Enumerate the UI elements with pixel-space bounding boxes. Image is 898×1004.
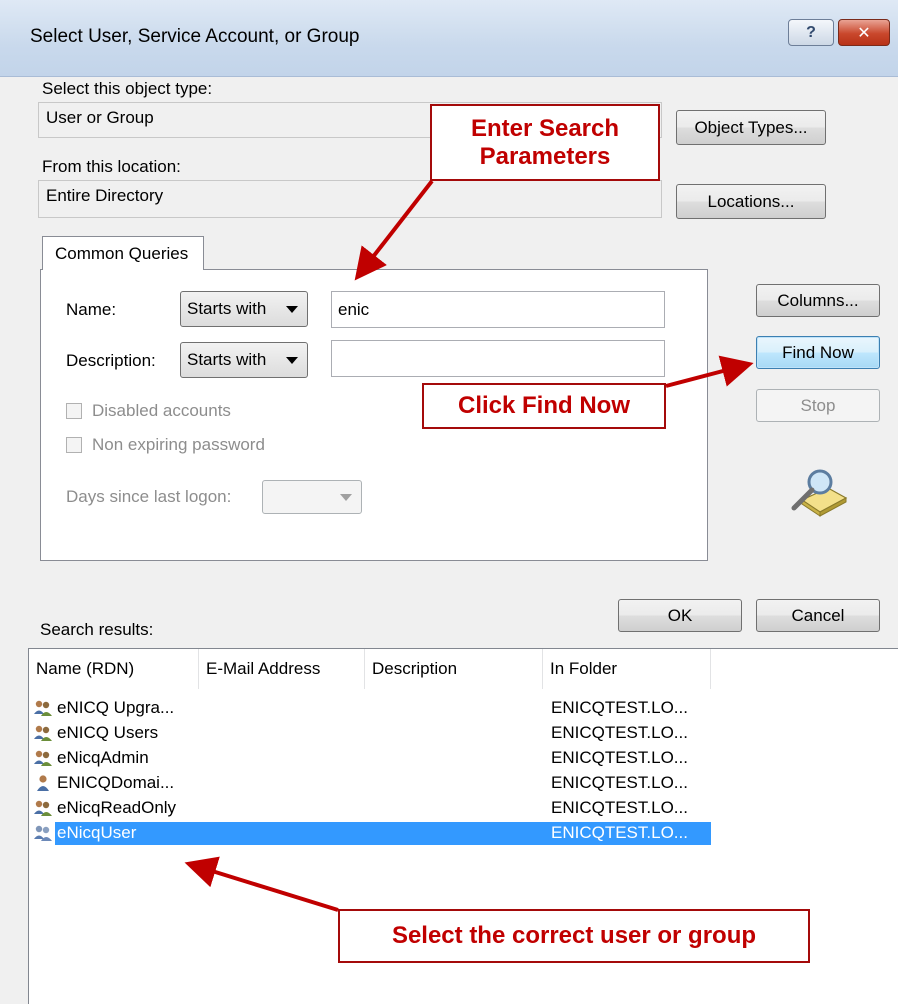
row-name: ENICQDomai... <box>57 773 175 792</box>
group-icon <box>34 800 52 816</box>
object-type-value: User or Group <box>46 108 154 127</box>
description-mode-value: Starts with <box>187 350 267 369</box>
disabled-accounts-checkbox[interactable] <box>66 403 82 419</box>
name-mode-value: Starts with <box>187 299 267 318</box>
table-row-selected[interactable]: eNicqUser ENICQTEST.LO... <box>29 822 898 845</box>
group-icon <box>34 700 52 716</box>
annotation-click-find: Click Find Now <box>422 383 666 429</box>
description-label: Description: <box>66 351 156 370</box>
row-folder: ENICQTEST.LO... <box>551 823 688 842</box>
close-button[interactable]: ✕ <box>838 19 890 46</box>
ok-button[interactable]: OK <box>618 599 742 632</box>
table-row[interactable]: eNICQ Users ENICQTEST.LO... <box>29 722 898 745</box>
annotation-select-user: Select the correct user or group <box>338 909 810 963</box>
location-field: Entire Directory <box>38 180 662 218</box>
name-input[interactable]: enic <box>331 291 665 328</box>
column-header-folder[interactable]: In Folder <box>543 649 711 689</box>
group-icon <box>34 750 52 766</box>
row-folder: ENICQTEST.LO... <box>551 773 688 792</box>
row-folder: ENICQTEST.LO... <box>551 748 688 767</box>
find-now-button[interactable]: Find Now <box>756 336 880 369</box>
disabled-accounts-label: Disabled accounts <box>92 401 231 420</box>
row-folder: ENICQTEST.LO... <box>551 723 688 742</box>
search-icon <box>791 469 848 517</box>
name-mode-select[interactable]: Starts with <box>180 291 308 327</box>
title-bar: Select User, Service Account, or Group ?… <box>0 0 898 77</box>
row-name: eNicqAdmin <box>57 748 149 767</box>
columns-button[interactable]: Columns... <box>756 284 880 317</box>
non-expiring-password-label: Non expiring password <box>92 435 265 454</box>
group-icon <box>34 825 52 841</box>
chevron-down-icon <box>286 306 298 313</box>
window-title: Select User, Service Account, or Group <box>30 26 360 47</box>
location-label: From this location: <box>42 157 181 176</box>
location-value: Entire Directory <box>46 186 164 205</box>
row-name: eNicqUser <box>57 823 137 842</box>
row-name: eNicqReadOnly <box>57 798 177 817</box>
days-since-logon-select[interactable] <box>262 480 362 514</box>
row-folder: ENICQTEST.LO... <box>551 798 688 817</box>
search-results-label: Search results: <box>40 620 154 639</box>
column-header-email[interactable]: E-Mail Address <box>199 649 365 689</box>
close-icon: ✕ <box>857 24 871 42</box>
annotation-enter-search: Enter Search Parameters <box>430 104 660 181</box>
name-label: Name: <box>66 300 117 319</box>
help-button[interactable]: ? <box>788 19 834 46</box>
column-header-filler <box>711 649 898 689</box>
user-icon <box>37 775 49 791</box>
chevron-down-icon <box>340 494 352 501</box>
locations-button[interactable]: Locations... <box>676 184 826 219</box>
non-expiring-password-checkbox[interactable] <box>66 437 82 453</box>
row-name: eNICQ Upgra... <box>57 698 175 717</box>
description-input[interactable] <box>331 340 665 377</box>
chevron-down-icon <box>286 357 298 364</box>
row-name: eNICQ Users <box>57 723 159 742</box>
column-header-name[interactable]: Name (RDN) <box>29 649 199 689</box>
object-types-button[interactable]: Object Types... <box>676 110 826 145</box>
cancel-button[interactable]: Cancel <box>756 599 880 632</box>
table-row[interactable]: eNicqReadOnly ENICQTEST.LO... <box>29 797 898 820</box>
row-folder: ENICQTEST.LO... <box>551 698 688 717</box>
table-row[interactable]: ENICQDomai... ENICQTEST.LO... <box>29 772 898 795</box>
group-icon <box>34 725 52 741</box>
tab-label: Common Queries <box>55 243 189 263</box>
column-header-description[interactable]: Description <box>365 649 543 689</box>
name-input-value: enic <box>338 299 370 319</box>
table-row[interactable]: eNICQ Upgra... ENICQTEST.LO... <box>29 697 898 720</box>
object-type-label: Select this object type: <box>42 79 213 98</box>
days-since-logon-label: Days since last logon: <box>66 487 232 506</box>
description-mode-select[interactable]: Starts with <box>180 342 308 378</box>
table-row[interactable]: eNicqAdmin ENICQTEST.LO... <box>29 747 898 770</box>
stop-button: Stop <box>756 389 880 422</box>
tab-common-queries[interactable]: Common Queries <box>42 236 204 270</box>
help-icon: ? <box>806 23 816 41</box>
